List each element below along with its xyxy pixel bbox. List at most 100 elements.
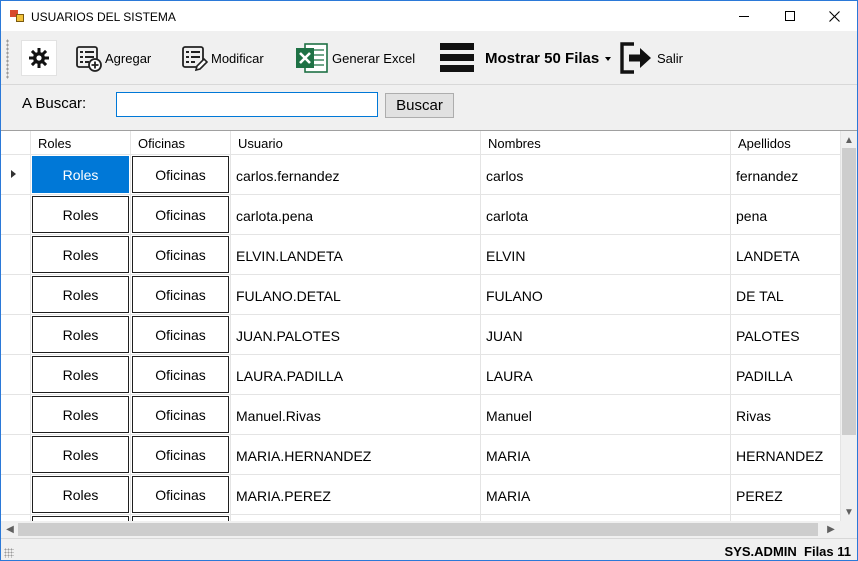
minimize-button[interactable] xyxy=(721,1,767,31)
search-input[interactable] xyxy=(116,92,378,117)
nombres-cell[interactable]: Manuel xyxy=(481,395,731,435)
row-header[interactable] xyxy=(1,235,31,275)
roles-button[interactable]: Roles xyxy=(32,316,129,353)
modify-button-label: Modificar xyxy=(211,50,264,66)
usuario-cell[interactable]: carlos.fernandez xyxy=(231,155,481,195)
nombres-cell[interactable]: JUAN xyxy=(481,315,731,355)
vertical-scrollbar[interactable]: ▲ ▼ xyxy=(841,131,857,523)
usuario-cell[interactable]: JUAN.PALOTES xyxy=(231,315,481,355)
apellidos-cell[interactable]: LANDETA xyxy=(731,235,841,275)
rows-per-page-dropdown[interactable]: Mostrar 50 Filas xyxy=(439,35,612,81)
nombres-cell[interactable]: ELVIN xyxy=(481,235,731,275)
toolbar-grip[interactable] xyxy=(6,39,9,79)
settings-button[interactable] xyxy=(21,40,57,76)
roles-button[interactable]: Roles xyxy=(32,156,129,193)
row-header[interactable] xyxy=(1,275,31,315)
usuario-cell[interactable]: MARIA.HERNANDEZ xyxy=(231,435,481,475)
row-header[interactable] xyxy=(1,395,31,435)
horizontal-scrollbar[interactable]: ◀ ▶ xyxy=(1,521,841,538)
search-bar: A Buscar: Buscar xyxy=(1,86,857,129)
table-row[interactable]: Roles Oficinas Manuel.Rivas Manuel Rivas xyxy=(1,395,841,435)
close-icon xyxy=(828,10,840,22)
roles-button[interactable]: Roles xyxy=(32,276,129,313)
row-header[interactable] xyxy=(1,435,31,475)
exit-button[interactable]: Salir xyxy=(620,35,683,81)
apellidos-cell[interactable]: pena xyxy=(731,195,841,235)
scroll-left-icon[interactable]: ◀ xyxy=(2,521,18,537)
usuario-cell[interactable]: Manuel.Rivas xyxy=(231,395,481,435)
usuario-cell[interactable]: LAURA.PADILLA xyxy=(231,355,481,395)
roles-button[interactable]: Roles xyxy=(32,196,129,233)
table-row[interactable]: Roles Oficinas ELVIN.LANDETA ELVIN LANDE… xyxy=(1,235,841,275)
apellidos-cell[interactable]: Rivas xyxy=(731,395,841,435)
oficinas-button[interactable]: Oficinas xyxy=(132,356,229,393)
grid-rows: Roles Oficinas carlos.fernandez carlos f… xyxy=(1,155,841,538)
nombres-cell[interactable]: MARIA xyxy=(481,475,731,515)
usuario-cell[interactable]: ELVIN.LANDETA xyxy=(231,235,481,275)
oficinas-button[interactable]: Oficinas xyxy=(132,476,229,513)
table-row[interactable]: Roles Oficinas FULANO.DETAL FULANO DE TA… xyxy=(1,275,841,315)
apellidos-cell[interactable]: PEREZ xyxy=(731,475,841,515)
toolbar: Agregar Modificar Generar Excel Mostrar … xyxy=(1,31,857,85)
app-window: USUARIOS DEL SISTEMA Agregar Modificar G… xyxy=(0,0,858,561)
oficinas-button[interactable]: Oficinas xyxy=(132,196,229,233)
table-row[interactable]: Roles Oficinas MARIA.HERNANDEZ MARIA HER… xyxy=(1,435,841,475)
column-header-roles[interactable]: Roles xyxy=(31,131,131,155)
table-row[interactable]: Roles Oficinas carlota.pena carlota pena xyxy=(1,195,841,235)
vertical-scroll-thumb[interactable] xyxy=(842,148,856,435)
oficinas-button[interactable]: Oficinas xyxy=(132,156,229,193)
apellidos-cell[interactable]: HERNANDEZ xyxy=(731,435,841,475)
oficinas-button[interactable]: Oficinas xyxy=(132,316,229,353)
table-row[interactable]: Roles Oficinas LAURA.PADILLA LAURA PADIL… xyxy=(1,355,841,395)
nombres-cell[interactable]: carlos xyxy=(481,155,731,195)
apellidos-cell[interactable]: fernandez xyxy=(731,155,841,195)
close-button[interactable] xyxy=(811,1,857,31)
horizontal-scroll-thumb[interactable] xyxy=(18,523,818,536)
search-button[interactable]: Buscar xyxy=(385,93,454,118)
nombres-cell[interactable]: carlota xyxy=(481,195,731,235)
table-row[interactable]: Roles Oficinas MARIA.PEREZ MARIA PEREZ xyxy=(1,475,841,515)
status-info: SYS.ADMIN Filas 11 xyxy=(725,544,851,559)
scroll-up-icon[interactable]: ▲ xyxy=(841,132,857,148)
apellidos-cell[interactable]: PADILLA xyxy=(731,355,841,395)
row-header[interactable] xyxy=(1,195,31,235)
menu-icon xyxy=(440,43,474,72)
scroll-right-icon[interactable]: ▶ xyxy=(823,521,839,537)
oficinas-button[interactable]: Oficinas xyxy=(132,436,229,473)
column-header-usuario[interactable]: Usuario xyxy=(231,131,481,155)
maximize-button[interactable] xyxy=(767,1,813,31)
oficinas-button[interactable]: Oficinas xyxy=(132,396,229,433)
add-list-icon xyxy=(76,45,102,72)
scroll-down-icon[interactable]: ▼ xyxy=(841,504,857,520)
row-header[interactable] xyxy=(1,355,31,395)
apellidos-cell[interactable]: PALOTES xyxy=(731,315,841,355)
apellidos-cell[interactable]: DE TAL xyxy=(731,275,841,315)
modify-button[interactable]: Modificar xyxy=(181,35,264,81)
roles-button[interactable]: Roles xyxy=(32,356,129,393)
roles-button[interactable]: Roles xyxy=(32,396,129,433)
table-row[interactable]: Roles Oficinas JUAN.PALOTES JUAN PALOTES xyxy=(1,315,841,355)
search-label: A Buscar: xyxy=(22,95,87,112)
row-header[interactable] xyxy=(1,475,31,515)
nombres-cell[interactable]: LAURA xyxy=(481,355,731,395)
row-header[interactable] xyxy=(1,315,31,355)
oficinas-button[interactable]: Oficinas xyxy=(132,276,229,313)
usuario-cell[interactable]: carlota.pena xyxy=(231,195,481,235)
add-button[interactable]: Agregar xyxy=(75,35,151,81)
column-header-nombres[interactable]: Nombres xyxy=(481,131,731,155)
nombres-cell[interactable]: FULANO xyxy=(481,275,731,315)
roles-button[interactable]: Roles xyxy=(32,436,129,473)
row-header-corner[interactable] xyxy=(1,131,31,155)
generate-excel-button[interactable]: Generar Excel xyxy=(295,35,415,81)
roles-button[interactable]: Roles xyxy=(32,476,129,513)
column-header-apellidos[interactable]: Apellidos xyxy=(731,131,841,155)
row-header[interactable] xyxy=(1,155,31,195)
oficinas-button[interactable]: Oficinas xyxy=(132,236,229,273)
chevron-down-icon xyxy=(605,56,612,61)
roles-button[interactable]: Roles xyxy=(32,236,129,273)
nombres-cell[interactable]: MARIA xyxy=(481,435,731,475)
column-header-oficinas[interactable]: Oficinas xyxy=(131,131,231,155)
usuario-cell[interactable]: MARIA.PEREZ xyxy=(231,475,481,515)
usuario-cell[interactable]: FULANO.DETAL xyxy=(231,275,481,315)
table-row[interactable]: Roles Oficinas carlos.fernandez carlos f… xyxy=(1,155,841,195)
